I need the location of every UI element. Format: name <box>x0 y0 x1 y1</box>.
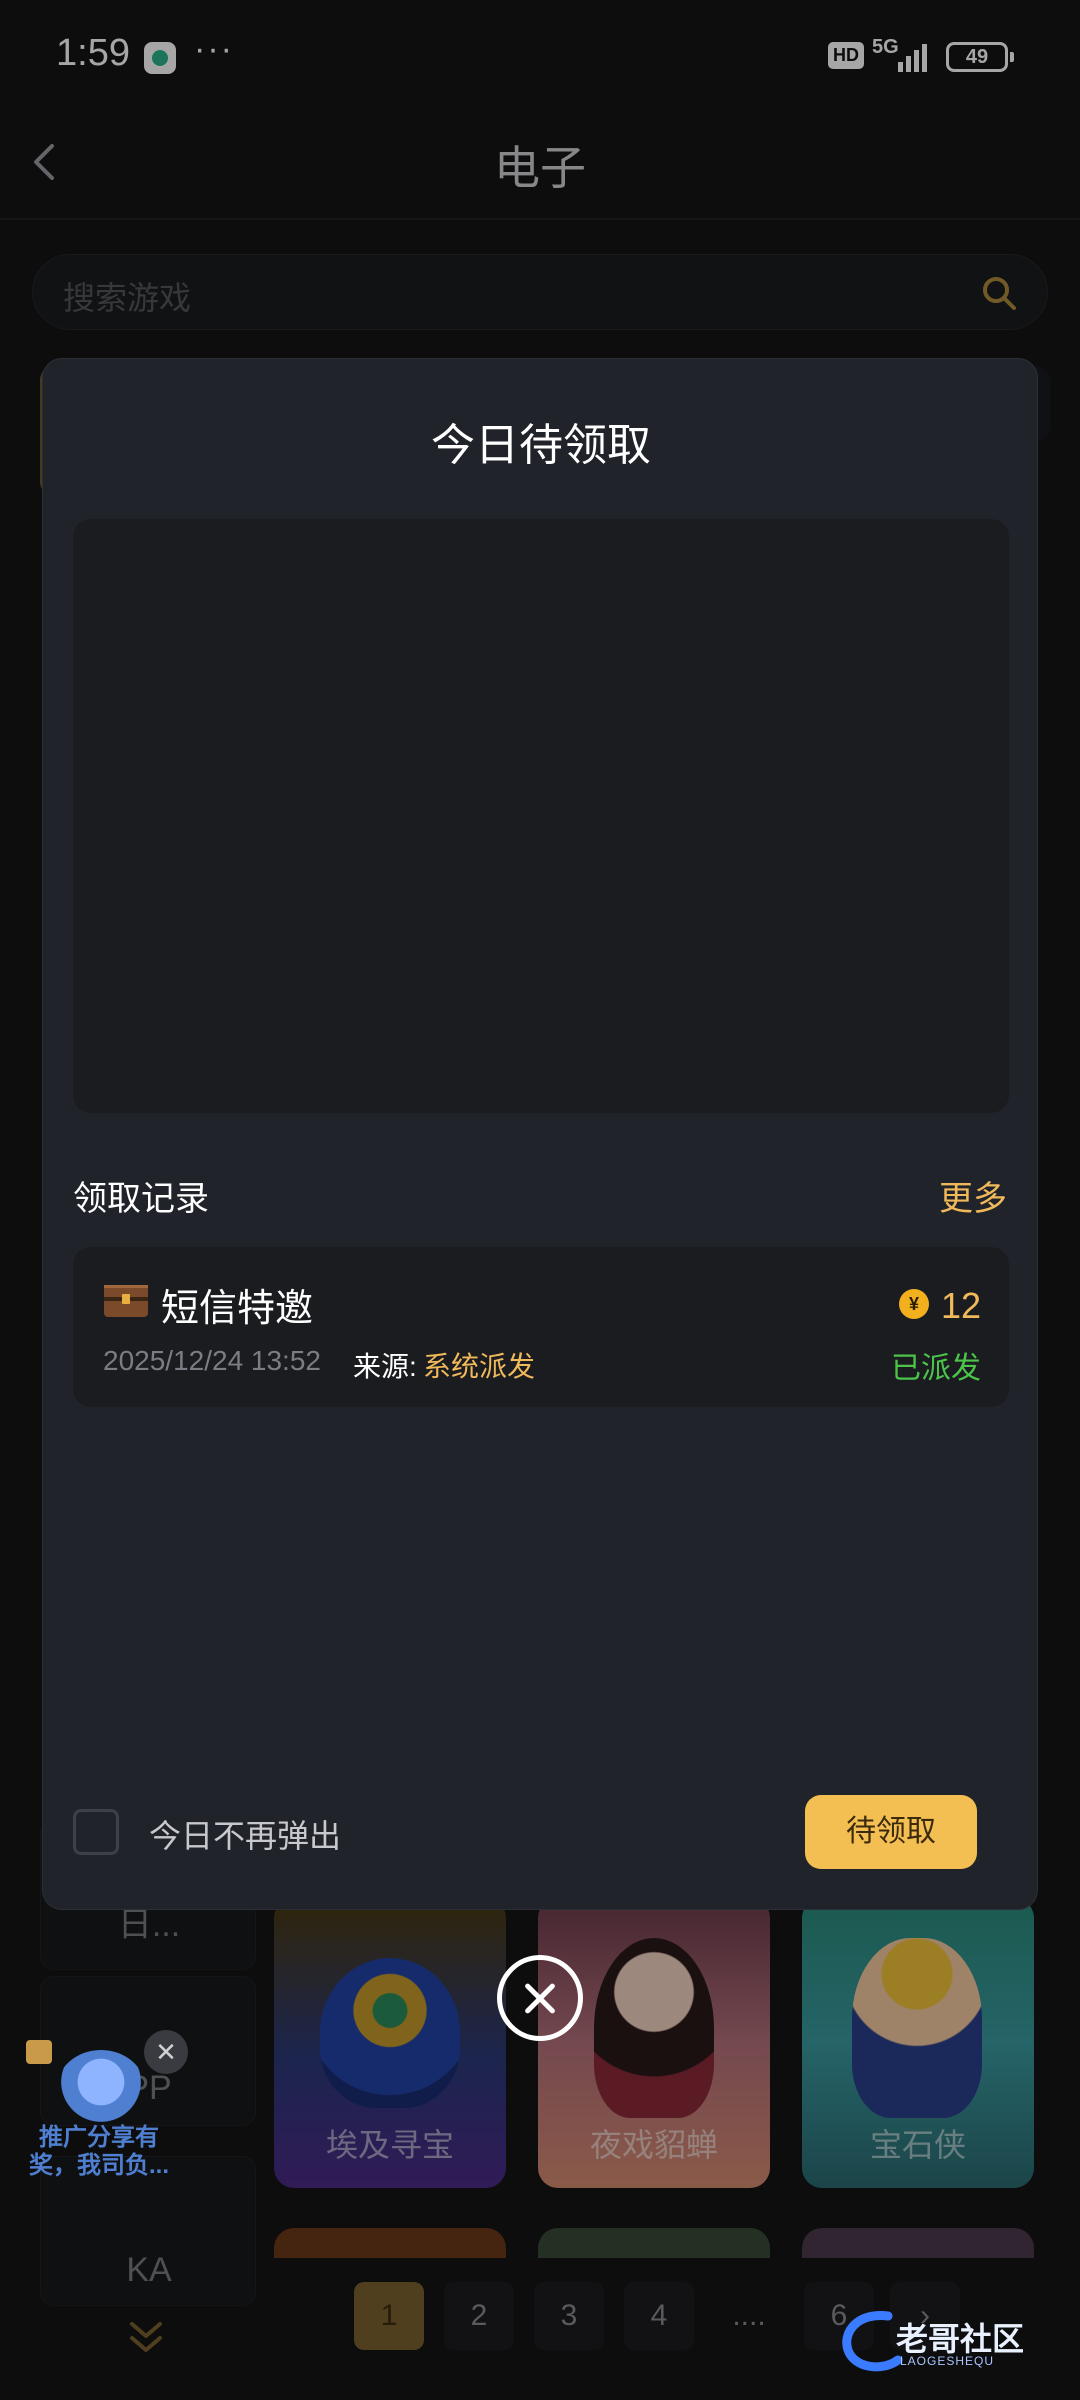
modal-title: 今日待领取 <box>431 421 651 470</box>
record-date: 2025/12/24 13:52 <box>103 1345 321 1376</box>
promo-text: 推广分享有 奖，我司负... <box>14 2124 184 2180</box>
more-records-link[interactable]: 更多 <box>939 1171 1007 1220</box>
pending-rewards-modal: 今日待领取 领取记录 更多 短信特邀 2025/12/24 13:52 来源: … <box>42 358 1038 1910</box>
record-amount: 12 <box>940 1285 981 1326</box>
coin-icon: ¥ <box>899 1289 929 1319</box>
promo-text-line: 推广分享有 <box>39 2124 159 2151</box>
records-title: 领取记录 <box>73 1180 209 1218</box>
close-icon[interactable] <box>497 1955 583 2041</box>
dont-show-today-label[interactable]: 今日不再弹出 <box>149 1811 341 1857</box>
record-source-value: 系统派发 <box>423 1351 536 1382</box>
promo-close-icon[interactable]: ✕ <box>144 2030 188 2074</box>
record-name: 短信特邀 <box>161 1288 314 1330</box>
record-item: 短信特邀 2025/12/24 13:52 来源: 系统派发 ¥ 12 已派发 <box>73 1247 1009 1407</box>
watermark-subtext: LAOGESHEQU <box>900 2354 995 2368</box>
mascot-icon <box>56 2050 146 2130</box>
promo-float[interactable]: ✕ 推广分享有 奖，我司负... <box>14 2010 188 2190</box>
claim-button[interactable]: 待领取 <box>805 1795 977 1869</box>
dont-show-today-checkbox[interactable] <box>73 1809 119 1855</box>
record-status: 已派发 <box>891 1352 981 1385</box>
record-source-label: 来源: <box>353 1351 417 1382</box>
promo-text-line: 奖，我司负... <box>28 2152 169 2179</box>
pending-rewards-panel <box>73 519 1009 1113</box>
treasure-chest-icon <box>104 1285 148 1317</box>
gift-icon <box>26 2040 52 2064</box>
watermark-logo: 老哥社区 LAOGESHEQU <box>838 2306 1066 2376</box>
